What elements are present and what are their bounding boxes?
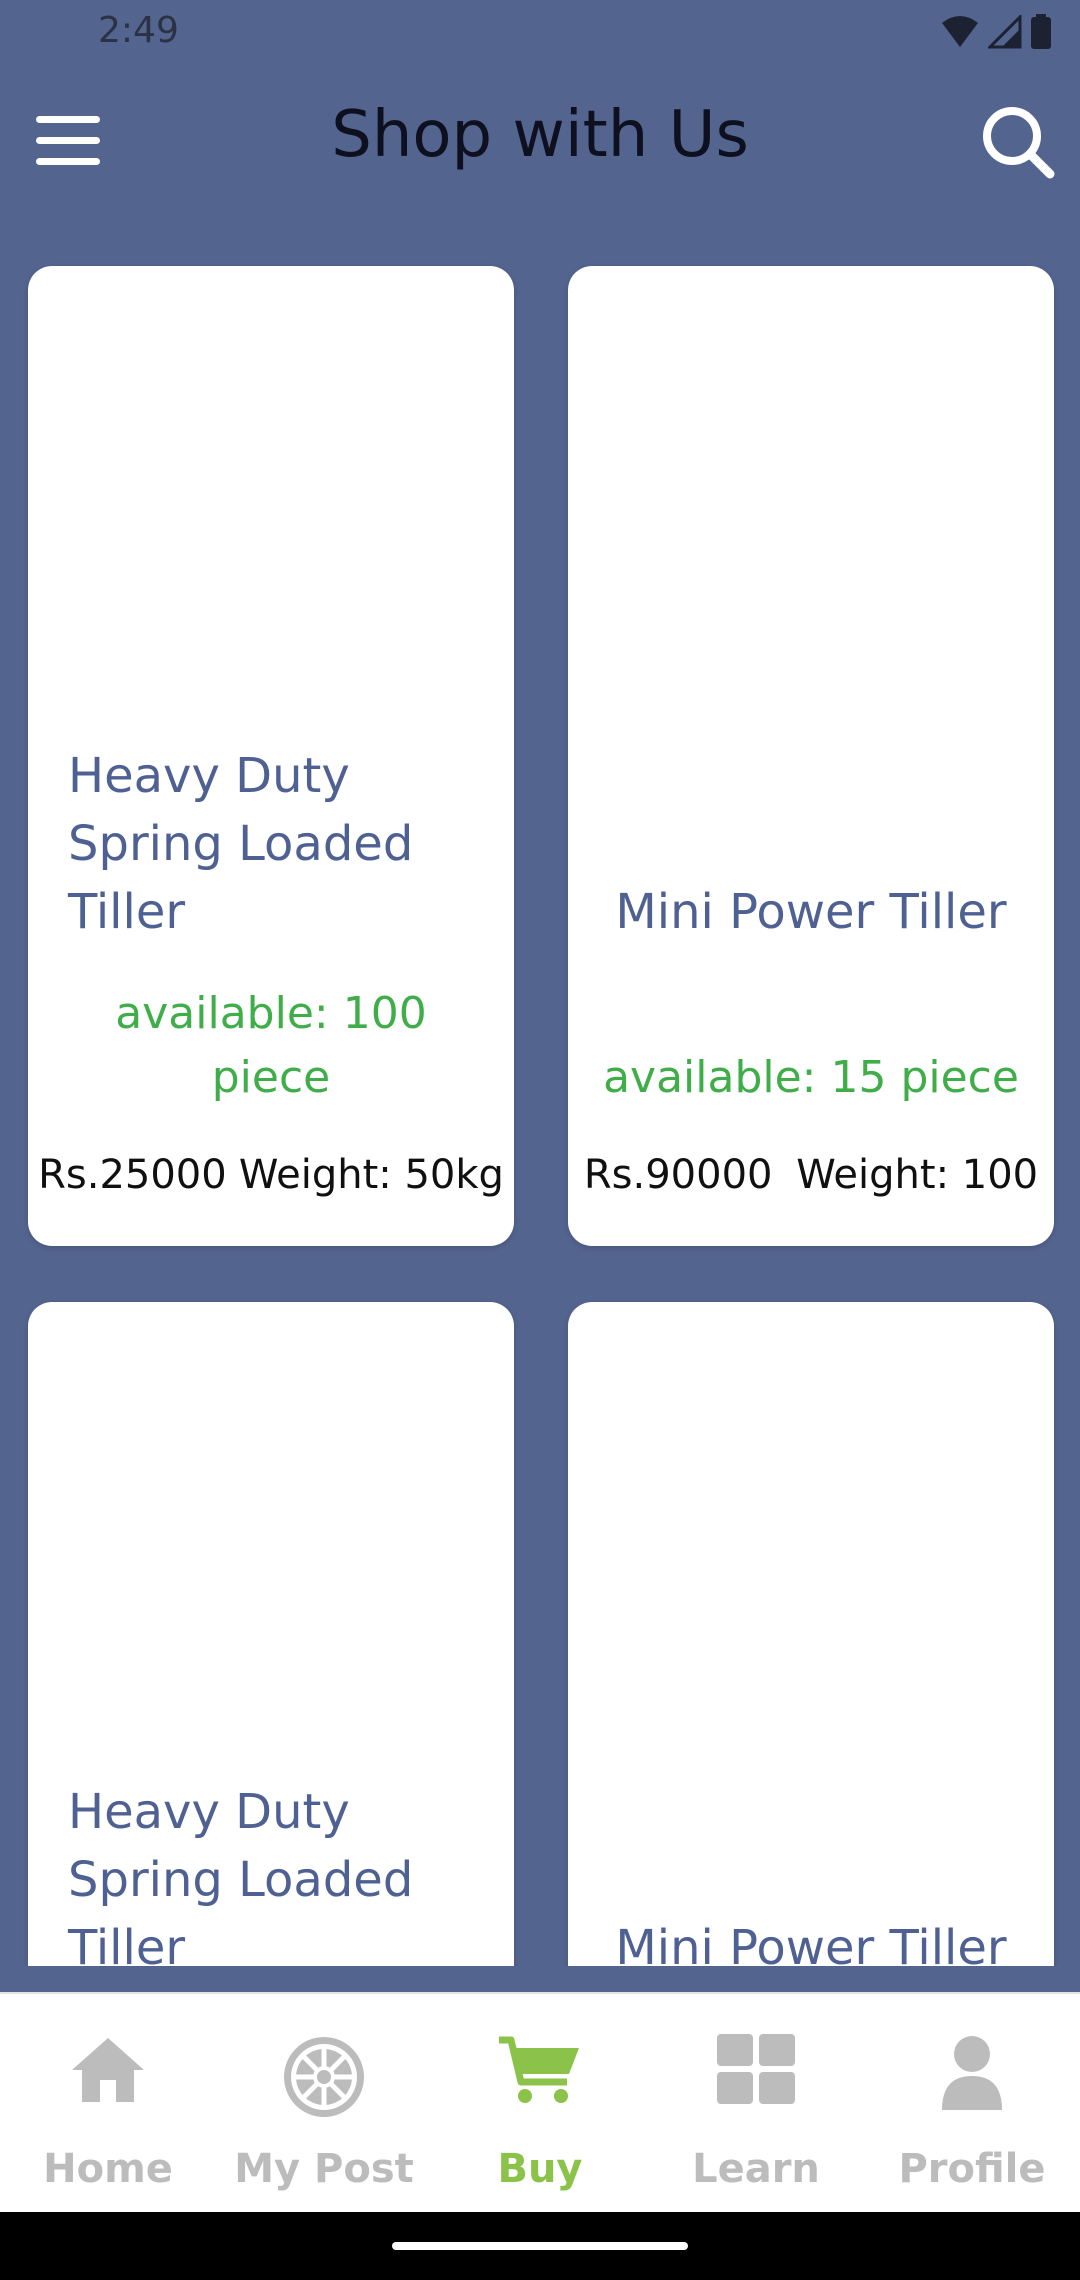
system-navigation-bar — [0, 2212, 1080, 2280]
person-icon — [942, 2036, 1002, 2110]
product-meta: Rs.25000 Weight: 50kg — [32, 1152, 510, 1198]
product-card[interactable]: Mini Power Tiller — [568, 1302, 1054, 1966]
product-availability: available: 100 piece — [115, 988, 427, 1103]
cart-icon — [499, 2036, 579, 2103]
home-icon — [72, 2038, 144, 2102]
grid-icon — [717, 2034, 795, 2104]
product-price: Rs.90000 — [583, 1152, 773, 1198]
nav-label-buy: Buy — [497, 2146, 583, 2192]
emblem-icon — [284, 2037, 364, 2117]
product-name: Mini Power Tiller — [615, 1920, 1007, 1966]
product-price: Rs.25000 — [38, 1152, 227, 1198]
product-name: Heavy Duty Spring Loaded Tiller — [68, 1784, 414, 1966]
product-card[interactable]: Mini Power Tiller available: 15 piece Rs… — [568, 266, 1054, 1246]
product-meta: Rs.90000 Weight: 100 — [572, 1152, 1050, 1198]
product-name: Mini Power Tiller — [615, 884, 1007, 940]
nav-item-buy[interactable]: Buy — [432, 1994, 648, 2214]
status-icons — [940, 14, 1052, 50]
product-grid: Heavy Duty Spring Loaded Tiller availabl… — [0, 216, 1080, 1966]
search-button[interactable] — [978, 102, 1058, 182]
nav-label-home: Home — [43, 2146, 173, 2192]
product-weight: Weight: 100 — [796, 1152, 1039, 1198]
nav-label-my-post: My Post — [234, 2146, 414, 2192]
wifi-icon — [942, 16, 978, 47]
home-gesture-handle[interactable] — [392, 2242, 688, 2250]
status-time: 2:49 — [98, 10, 179, 51]
page-title: Shop with Us — [331, 98, 749, 172]
nav-item-learn[interactable]: Learn — [648, 1994, 864, 2214]
nav-item-my-post[interactable]: My Post — [216, 1994, 432, 2214]
nav-label-profile: Profile — [898, 2146, 1046, 2192]
product-availability: available: 15 piece — [603, 1052, 1019, 1103]
search-icon — [983, 107, 1055, 179]
product-weight: Weight: 50kg — [238, 1152, 504, 1198]
battery-icon — [1031, 14, 1051, 49]
cellular-signal-icon — [988, 15, 1022, 49]
nav-item-profile[interactable]: Profile — [864, 1994, 1080, 2214]
bottom-navigation: Home My Post Buy Learn Profile — [0, 1992, 1080, 2214]
product-name: Heavy Duty Spring Loaded Tiller — [68, 748, 414, 940]
nav-label-learn: Learn — [692, 2146, 820, 2192]
nav-item-home[interactable]: Home — [0, 1994, 216, 2214]
product-card[interactable]: Heavy Duty Spring Loaded Tiller — [28, 1302, 514, 1966]
status-bar: 2:49 — [0, 0, 1080, 66]
app-bar: Shop with Us — [0, 66, 1080, 216]
product-card[interactable]: Heavy Duty Spring Loaded Tiller availabl… — [28, 266, 514, 1246]
